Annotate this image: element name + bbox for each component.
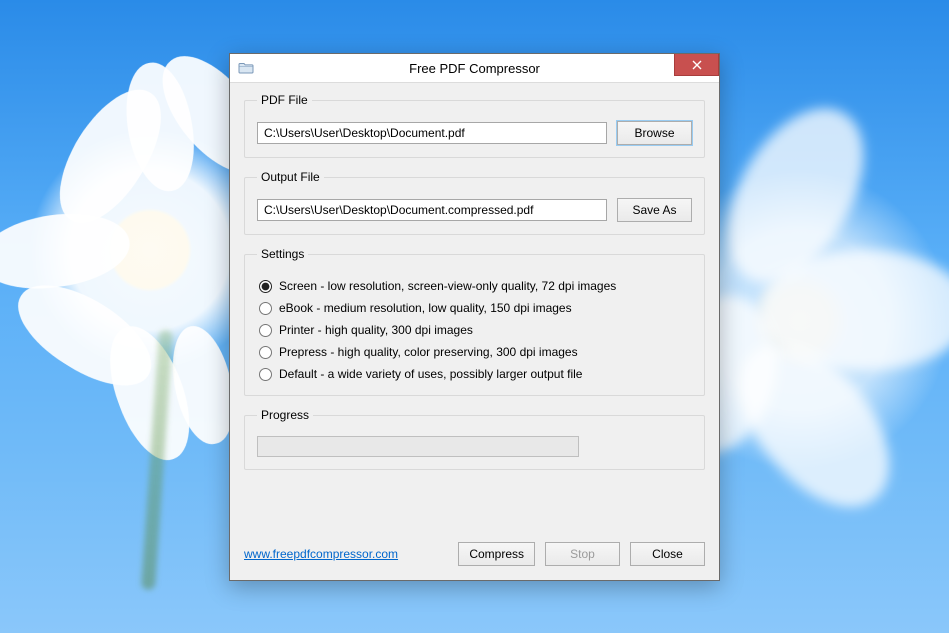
settings-option-label: Screen - low resolution, screen-view-onl… [279, 279, 616, 293]
settings-radio-ebook[interactable] [259, 302, 272, 315]
settings-radio-prepress[interactable] [259, 346, 272, 359]
progress-group: Progress [244, 408, 705, 470]
settings-option-label: Printer - high quality, 300 dpi images [279, 323, 473, 337]
settings-option-printer[interactable]: Printer - high quality, 300 dpi images [259, 323, 692, 337]
pdf-file-legend: PDF File [257, 93, 312, 107]
close-button[interactable] [674, 54, 719, 76]
website-link[interactable]: www.freepdfcompressor.com [244, 547, 398, 561]
window-title: Free PDF Compressor [230, 54, 719, 83]
stop-button[interactable]: Stop [545, 542, 620, 566]
output-file-input[interactable] [257, 199, 607, 221]
pdf-file-group: PDF File Browse [244, 93, 705, 158]
settings-radio-printer[interactable] [259, 324, 272, 337]
settings-option-label: Default - a wide variety of uses, possib… [279, 367, 582, 381]
progress-legend: Progress [257, 408, 313, 422]
pdf-file-input[interactable] [257, 122, 607, 144]
settings-radio-default[interactable] [259, 368, 272, 381]
footer: www.freepdfcompressor.com Compress Stop … [244, 540, 705, 568]
settings-option-screen[interactable]: Screen - low resolution, screen-view-onl… [259, 279, 692, 293]
settings-option-label: Prepress - high quality, color preservin… [279, 345, 578, 359]
settings-option-default[interactable]: Default - a wide variety of uses, possib… [259, 367, 692, 381]
browse-button[interactable]: Browse [617, 121, 692, 145]
save-as-button[interactable]: Save As [617, 198, 692, 222]
settings-legend: Settings [257, 247, 308, 261]
titlebar[interactable]: Free PDF Compressor [230, 54, 719, 83]
client-area: PDF File Browse Output File Save As Sett… [230, 83, 719, 580]
close-icon [692, 60, 702, 70]
settings-option-label: eBook - medium resolution, low quality, … [279, 301, 572, 315]
settings-option-ebook[interactable]: eBook - medium resolution, low quality, … [259, 301, 692, 315]
output-file-legend: Output File [257, 170, 324, 184]
wallpaper-petal [0, 205, 134, 297]
settings-radio-screen[interactable] [259, 280, 272, 293]
settings-option-prepress[interactable]: Prepress - high quality, color preservin… [259, 345, 692, 359]
desktop-wallpaper: Free PDF Compressor PDF File Browse Outp… [0, 0, 949, 633]
app-window: Free PDF Compressor PDF File Browse Outp… [229, 53, 720, 581]
output-file-group: Output File Save As [244, 170, 705, 235]
progress-bar [257, 436, 579, 457]
close-dialog-button[interactable]: Close [630, 542, 705, 566]
compress-button[interactable]: Compress [458, 542, 535, 566]
settings-group: Settings Screen - low resolution, screen… [244, 247, 705, 396]
